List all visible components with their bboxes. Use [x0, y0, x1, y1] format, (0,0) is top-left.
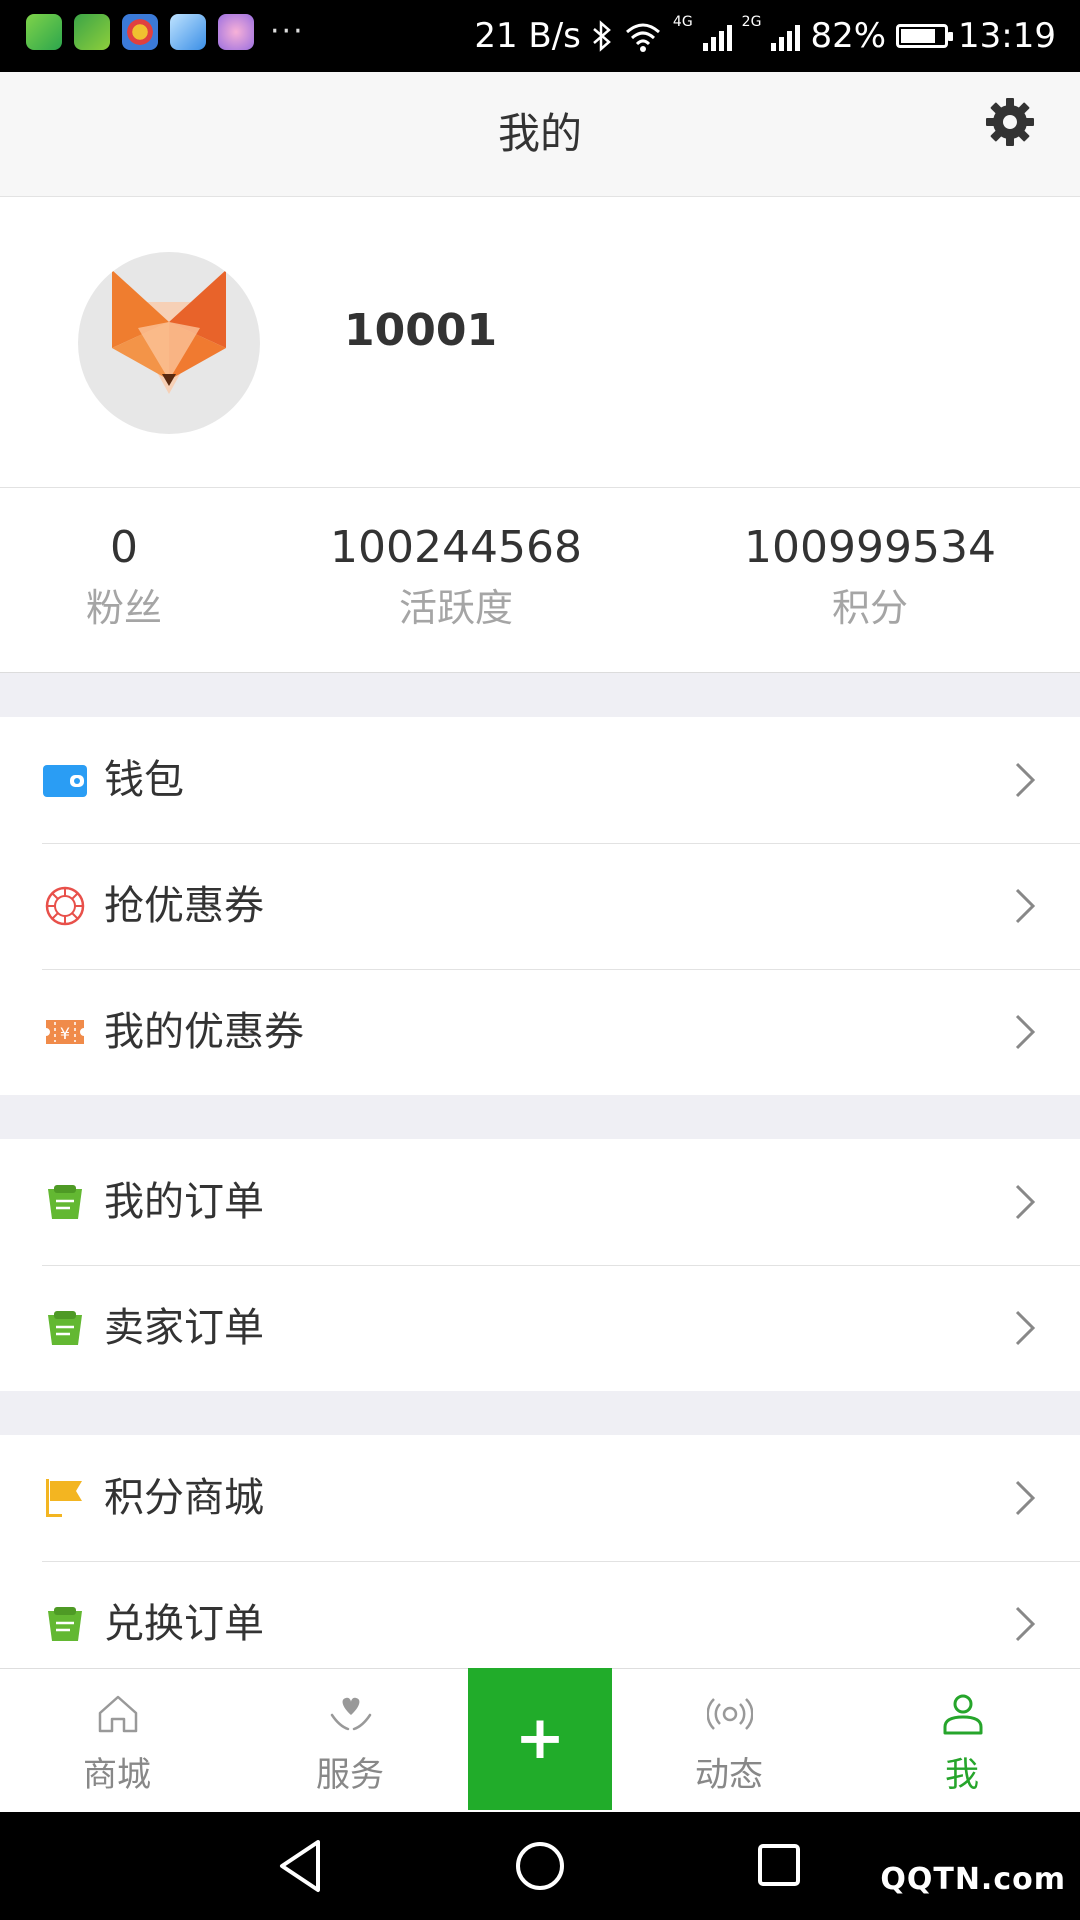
signal-icon — [702, 21, 732, 51]
recents-icon[interactable] — [756, 1842, 802, 1888]
bluetooth-icon — [593, 20, 611, 52]
tab-label: 商城 — [83, 1755, 151, 1795]
username: 10001 — [344, 305, 498, 356]
menu-item-label: 积分商城 — [104, 1475, 264, 1521]
chevron-right-icon — [1015, 1184, 1036, 1220]
section-gap — [0, 1391, 1080, 1435]
video-app-icon — [26, 14, 62, 50]
chevron-right-icon — [1015, 888, 1036, 924]
menu-item-label: 我的订单 — [104, 1179, 264, 1225]
heart-hands-icon — [330, 1697, 372, 1731]
more-notifications-icon: ··· — [270, 14, 305, 49]
order-icon — [48, 1311, 82, 1345]
chevron-right-icon — [1015, 1480, 1036, 1516]
network-type-1: 4G — [672, 14, 693, 30]
stat-label: 积分 — [831, 586, 908, 630]
menu-group-wallet: 钱包 抢优惠券 ¥ 我的优惠券 — [0, 717, 1080, 1095]
menu-item-my-orders[interactable]: 我的订单 — [0, 1139, 1080, 1265]
wifi-icon — [625, 23, 660, 52]
menu-item-label: 我的优惠券 — [104, 1009, 304, 1055]
stat-points[interactable]: 100999534 积分 — [730, 520, 1010, 636]
back-icon[interactable] — [276, 1836, 326, 1896]
person-icon — [943, 1694, 983, 1735]
menu-item-grab-coupon[interactable]: 抢优惠券 — [0, 843, 1080, 969]
tab-service[interactable]: 服务 — [250, 1669, 450, 1813]
header: 我的 — [0, 72, 1080, 197]
status-indicators: 21 B/s 4G 2G 82% 13:19 — [474, 0, 1056, 72]
notification-icons: ··· — [26, 14, 305, 50]
chevron-right-icon — [1015, 1310, 1036, 1346]
menu-item-seller-orders[interactable]: 卖家订单 — [0, 1265, 1080, 1391]
add-button[interactable]: + — [468, 1668, 612, 1810]
home-circle-icon[interactable] — [514, 1840, 566, 1892]
stat-fans[interactable]: 0 粉丝 — [44, 520, 204, 636]
profile-section[interactable]: 10001 — [0, 197, 1080, 488]
tab-mall[interactable]: 商城 — [17, 1669, 217, 1813]
tab-label: 我 — [945, 1755, 979, 1795]
svg-text:¥: ¥ — [60, 1024, 70, 1043]
menu-item-label: 钱包 — [104, 757, 184, 803]
broadcast-icon — [707, 1698, 753, 1730]
menu-item-label: 卖家订单 — [104, 1305, 264, 1351]
stat-value: 100999534 — [744, 522, 996, 573]
page-title: 我的 — [497, 109, 582, 158]
stat-label: 活跃度 — [398, 586, 513, 630]
menu-item-wallet[interactable]: 钱包 — [0, 717, 1080, 843]
menu-item-label: 抢优惠券 — [104, 883, 264, 929]
stat-label: 粉丝 — [85, 586, 162, 630]
browser-app-icon — [122, 14, 158, 50]
watermark-logo: QQTN.com — [880, 1862, 1066, 1897]
tab-label: 动态 — [695, 1755, 763, 1795]
order-icon — [48, 1607, 82, 1641]
coupon-ticket-icon: ¥ — [46, 1020, 84, 1044]
order-icon — [48, 1185, 82, 1219]
wallet-icon — [43, 765, 87, 797]
net-speed: 21 B/s — [474, 16, 581, 56]
gear-icon[interactable] — [984, 96, 1036, 148]
tab-me[interactable]: 我 — [862, 1669, 1062, 1813]
menu-item-points-mall[interactable]: 积分商城 — [0, 1435, 1080, 1561]
battery-percent: 82% — [810, 16, 887, 56]
avatar[interactable] — [78, 252, 260, 434]
cloud-app-icon — [170, 14, 206, 50]
coupon-grab-icon — [45, 886, 85, 926]
game-app-icon — [74, 14, 110, 50]
stat-value: 100244568 — [330, 522, 582, 573]
menu-group-orders: 我的订单 卖家订单 — [0, 1139, 1080, 1391]
tab-feed[interactable]: 动态 — [629, 1669, 829, 1813]
section-gap — [0, 673, 1080, 717]
clock: 13:19 — [958, 16, 1056, 56]
stat-value: 0 — [110, 522, 138, 573]
fox-logo-icon — [112, 270, 226, 394]
chevron-right-icon — [1015, 1014, 1036, 1050]
home-icon — [98, 1695, 138, 1733]
section-gap — [0, 1095, 1080, 1139]
stat-activity[interactable]: 100244568 活跃度 — [316, 520, 596, 636]
chevron-right-icon — [1015, 762, 1036, 798]
photo-app-icon — [218, 14, 254, 50]
battery-icon — [896, 24, 954, 48]
stats-bar: 0 粉丝 100244568 活跃度 100999534 积分 — [0, 488, 1080, 673]
status-bar: ··· 21 B/s 4G 2G 82% 13:19 — [0, 0, 1080, 72]
network-type-2: 2G — [741, 14, 762, 30]
menu-group-points: 积分商城 兑换订单 — [0, 1435, 1080, 1687]
tab-label: 服务 — [316, 1755, 384, 1795]
menu-item-my-coupons[interactable]: ¥ 我的优惠券 — [0, 969, 1080, 1095]
chevron-right-icon — [1015, 1606, 1036, 1642]
signal-icon-2 — [771, 21, 801, 51]
flag-icon — [46, 1479, 82, 1517]
